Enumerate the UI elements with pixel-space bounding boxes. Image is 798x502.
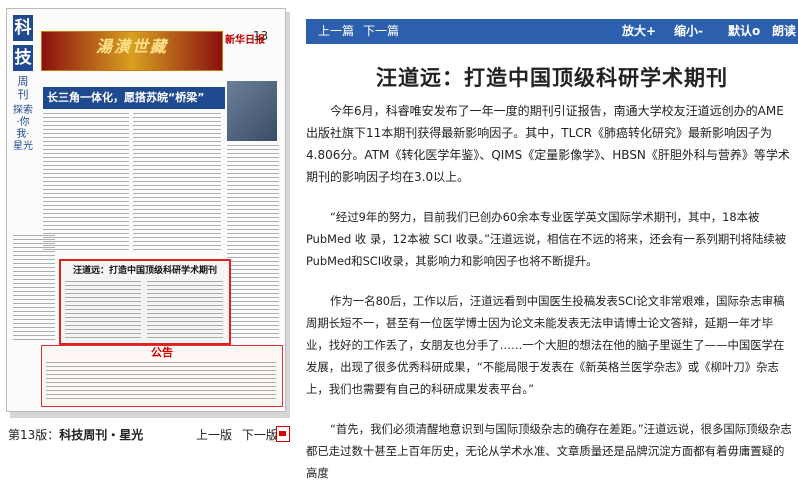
thumbnail-text-block [147,281,223,339]
next-page-link[interactable]: 下一版 [242,428,278,442]
thumbnail-page-number: 13 [253,29,269,43]
ad-text: 湯潢世藏 [95,37,168,56]
thumbnail-text-block[interactable] [43,113,129,253]
notice-title: 公告 [151,346,173,359]
zoom-out-button[interactable]: 缩小- [674,19,703,44]
highlighted-article-box[interactable]: 汪道远：打造中国顶级科研学术期刊 [59,259,231,345]
article-body: 今年6月，科睿唯安发布了一年一度的期刊引证报告，南通大学校友汪道远创办的AME出… [306,100,792,502]
thumbnail-masthead: 科 技 周刊 探索·你我·星光 [13,15,33,225]
highlighted-article-title: 汪道远：打造中国顶级科研学术期刊 [72,266,217,276]
article-paragraph: “经过9年的努力，目前我们已创办60余本专业医学英文国际学术期刊，其中，18本被… [306,210,787,268]
article-toolbar: 上一篇 下一篇 放大+ 缩小- 默认o 朗读 [306,19,798,44]
thumbnail-headline[interactable]: 长三角一体化，愿搭苏皖“桥梁” [43,87,225,109]
prev-page-link[interactable]: 上一版 [196,428,232,442]
thumbnail-text-block[interactable] [133,113,221,253]
zoom-in-button[interactable]: 放大+ [622,19,656,44]
page-nav: 上一版 下一版 [196,426,284,443]
default-size-button[interactable]: 默认o [728,19,760,44]
edition-prefix: 第13版： [8,428,60,442]
masthead-char-top: 科 [13,15,33,41]
page-thumbnail-container: 科 技 周刊 探索·你我·星光 湯潢世藏 新华日报 13 长三角一体化，愿搭苏皖… [6,8,290,418]
thumbnail-photo[interactable] [227,81,277,141]
masthead-sub: 周刊 [17,75,29,101]
prev-article-link[interactable]: 上一篇 [318,19,354,44]
thumbnail-ad-banner: 湯潢世藏 [41,31,223,71]
thumbnail-text-block [65,281,141,339]
edition-label: 第13版：科技周刊・星光 [8,426,143,443]
article-paragraph: 今年6月，科睿唯安发布了一年一度的期刊引证报告，南通大学校友汪道远创办的AME出… [306,104,790,184]
edition-name: 科技周刊・星光 [59,428,144,442]
article-title: 汪道远：打造中国顶级科研学术期刊 [376,66,728,90]
thumbnail-text-block[interactable] [227,145,279,341]
thumbnail-notice[interactable]: 公告 [41,345,283,407]
article-paragraph: 作为一名80后，工作以后，汪道远看到中国医生投稿发表SCI论文非常艰难，国际杂志… [306,294,785,396]
read-aloud-button[interactable]: 朗读 [772,19,796,44]
thumbnail-text-block[interactable] [13,235,55,341]
thumbnail-text-block [46,362,276,402]
masthead-vertical: 探索·你我·星光 [13,105,33,152]
article-paragraph: “首先，我们必须清醒地意识到与国际顶级杂志的确存在差距。”汪道远说，很多国际顶级… [306,422,792,480]
masthead-char-bottom: 技 [13,45,33,71]
thumbnail-headline-text: 长三角一体化，愿搭苏皖“桥梁” [47,91,205,104]
page-thumbnail[interactable]: 科 技 周刊 探索·你我·星光 湯潢世藏 新华日报 13 长三角一体化，愿搭苏皖… [6,8,286,412]
next-article-link[interactable]: 下一篇 [363,19,399,44]
pdf-icon[interactable] [276,426,290,442]
